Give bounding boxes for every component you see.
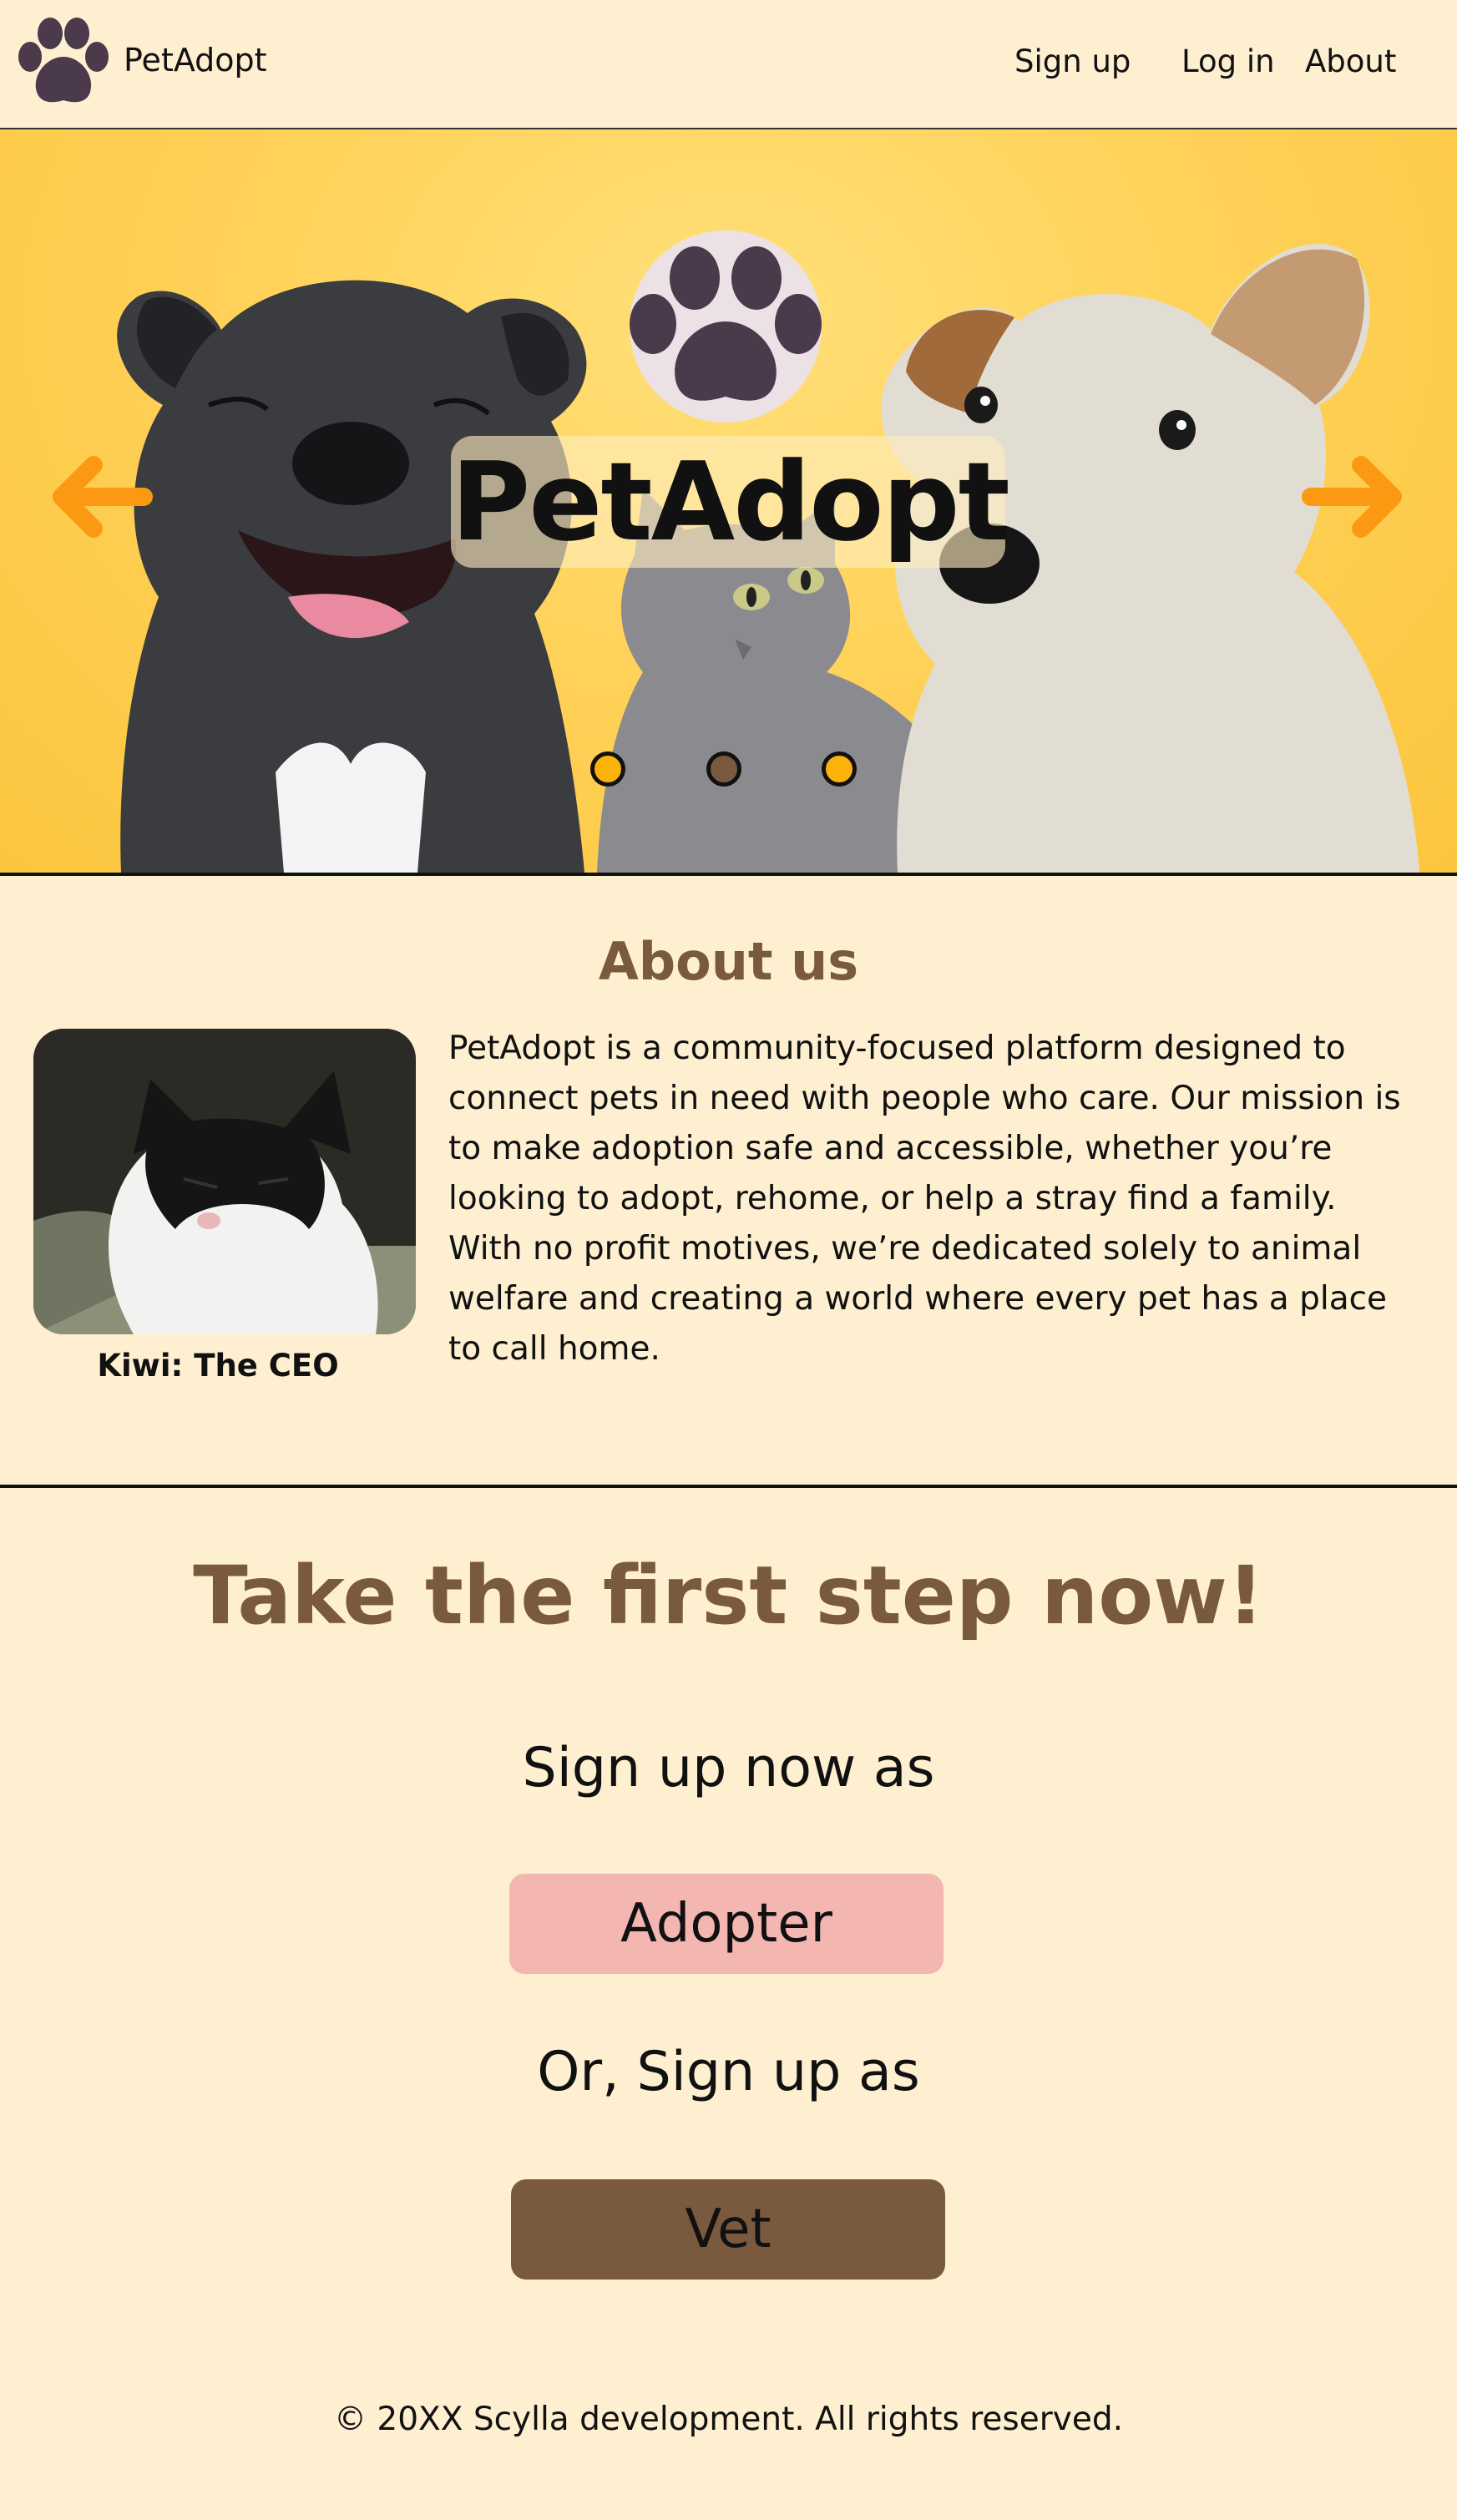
hero-carousel: PetAdopt: [0, 129, 1457, 873]
hero-divider: [0, 873, 1457, 876]
hero-paw-icon: [630, 230, 822, 423]
signup-prompt: Sign up now as: [522, 1737, 935, 1799]
nav-login-link[interactable]: Log in: [1181, 43, 1275, 79]
carousel-dot-1[interactable]: [590, 751, 625, 787]
brand-name[interactable]: PetAdopt: [124, 42, 267, 78]
black-dog-illustration: [117, 280, 587, 873]
carousel-dot-2[interactable]: [706, 751, 741, 787]
about-heading: About us: [598, 931, 859, 992]
ceo-caption: Kiwi: The CEO: [97, 1348, 339, 1384]
footer-copyright: © 20XX Scylla development. All rights re…: [333, 2401, 1123, 2438]
arrow-left-icon[interactable]: [43, 447, 156, 547]
about-description: PetAdopt is a community-focused platform…: [448, 1030, 1401, 1368]
top-navbar: PetAdopt Sign up Log in About: [0, 0, 1457, 129]
nav-signup-link[interactable]: Sign up: [1014, 43, 1131, 79]
cta-heading: Take the first step now!: [193, 1549, 1264, 1642]
arrow-right-icon[interactable]: [1298, 447, 1411, 547]
adopter-signup-button[interactable]: Adopter: [509, 1874, 944, 1974]
alt-signup-prompt: Or, Sign up as: [537, 2041, 920, 2103]
hero-title: PetAdopt: [451, 438, 1010, 565]
paw-icon[interactable]: [13, 17, 114, 109]
nav-about-link[interactable]: About: [1305, 43, 1396, 79]
about-divider: [0, 1485, 1457, 1488]
carousel-dot-3[interactable]: [822, 751, 857, 787]
vet-signup-button[interactable]: Vet: [511, 2179, 945, 2280]
ceo-cat-photo: [33, 1029, 416, 1334]
